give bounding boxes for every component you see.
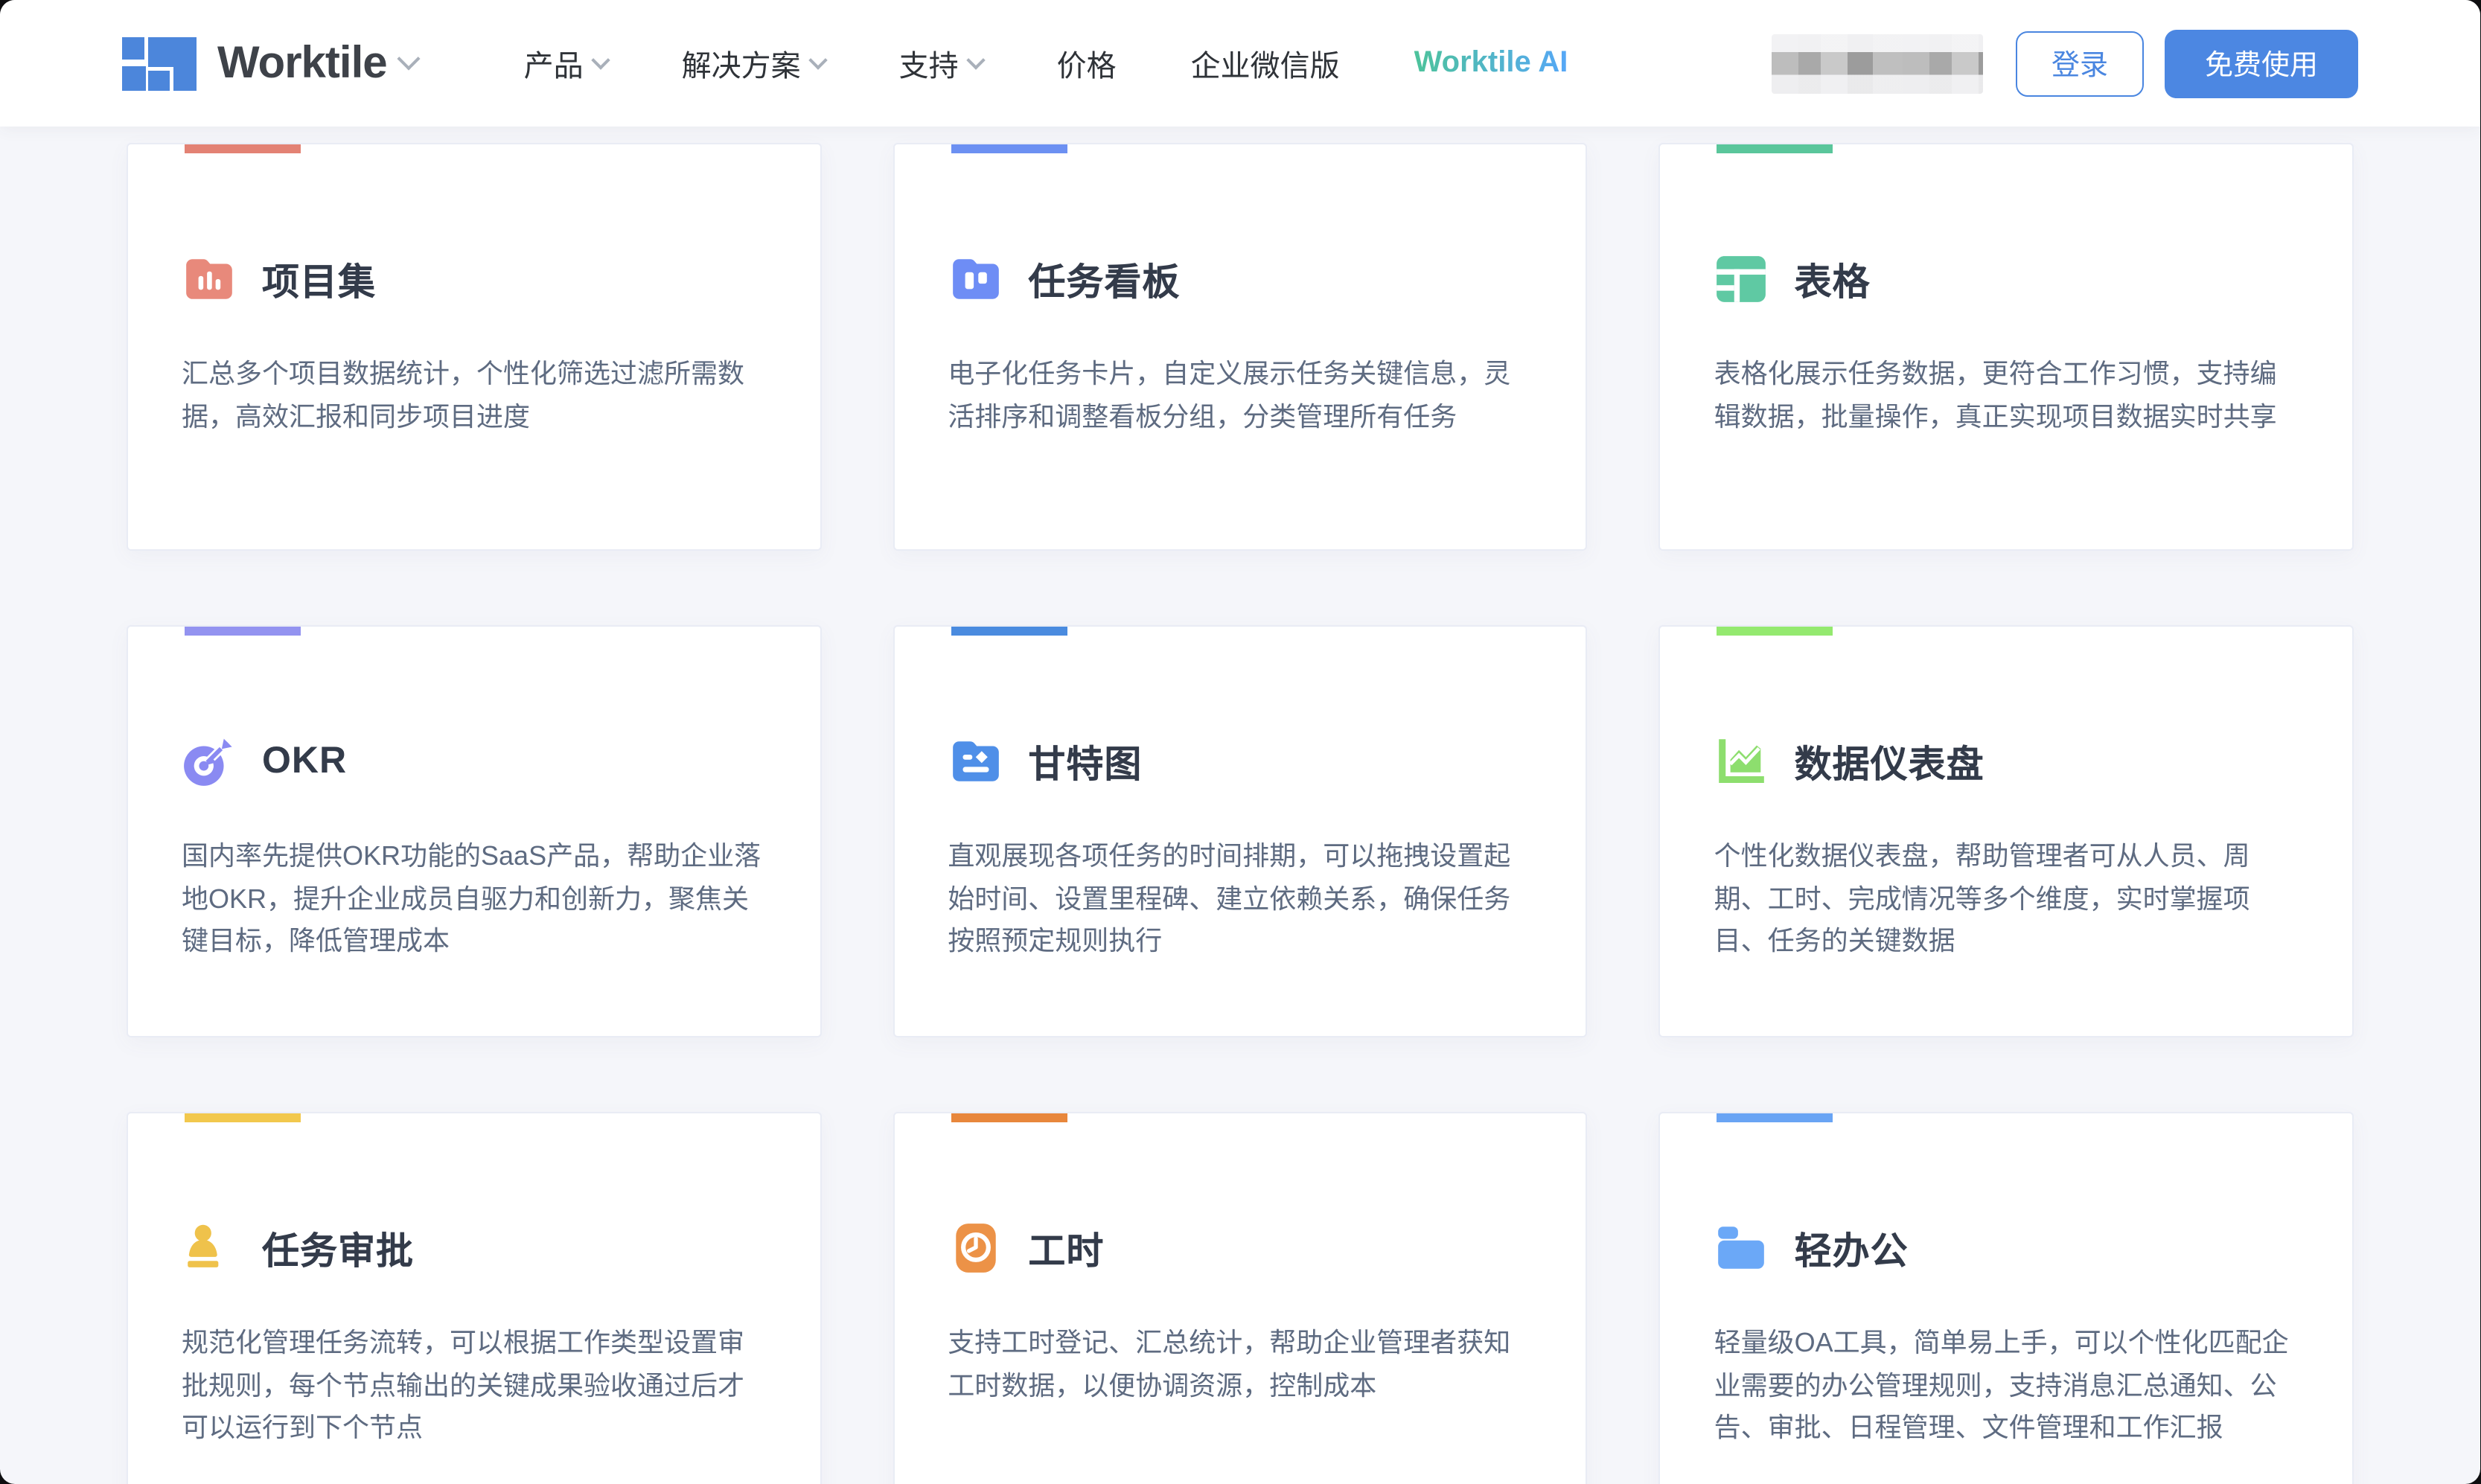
chevron-down-icon xyxy=(808,51,827,69)
feature-card-work-hours[interactable]: 工时 支持工时登记、汇总统计，帮助企业管理者获知工时数据，以便协调资源，控制成本 xyxy=(893,1112,1587,1484)
office-folder-icon xyxy=(1714,1221,1769,1276)
card-title: 项目集 xyxy=(262,252,376,306)
card-accent-bar xyxy=(1717,627,1833,636)
feature-card-table[interactable]: 表格 表格化展示任务数据，更符合工作习惯，支持编辑数据，批量操作，真正实现项目数… xyxy=(1659,143,2354,551)
feature-card-approval[interactable]: 任务审批 规范化管理任务流转，可以根据工作类型设置审批规则，每个节点输出的关键成… xyxy=(127,1112,821,1484)
table-grid-icon xyxy=(1714,252,1769,307)
dashboard-line-chart-icon xyxy=(1714,734,1769,789)
card-accent-bar xyxy=(951,144,1067,153)
card-accent-bar xyxy=(185,1113,301,1122)
nav-right-cluster: 登录 免费使用 xyxy=(1772,29,2358,97)
chevron-down-icon xyxy=(397,47,420,70)
login-button[interactable]: 登录 xyxy=(2016,31,2144,96)
card-accent-bar xyxy=(185,144,301,153)
card-accent-bar xyxy=(185,627,301,636)
card-description: 电子化任务卡片，自定义展示任务关键信息，灵活排序和调整看板分组，分类管理所有任务 xyxy=(948,353,1532,438)
feature-card-dashboard[interactable]: 数据仪表盘 个性化数据仪表盘，帮助管理者可从人员、周期、工时、完成情况等多个维度… xyxy=(1659,625,2354,1037)
scale-wrapper: Worktile 产品 解决方案 支持 价格 企业微信版 Worktile AI xyxy=(0,0,2480,1484)
feature-card-kanban[interactable]: 任务看板 电子化任务卡片，自定义展示任务关键信息，灵活排序和调整看板分组，分类管… xyxy=(893,143,1587,551)
top-navbar: Worktile 产品 解决方案 支持 价格 企业微信版 Worktile AI xyxy=(0,0,2480,127)
card-title: 甘特图 xyxy=(1028,735,1142,788)
card-description: 个性化数据仪表盘，帮助管理者可从人员、周期、工时、完成情况等多个维度，实时掌握项… xyxy=(1714,835,2299,962)
card-description: 汇总多个项目数据统计，个性化筛选过滤所需数据，高效汇报和同步项目进度 xyxy=(182,353,766,438)
chevron-down-icon xyxy=(591,51,610,69)
card-title: 任务审批 xyxy=(262,1221,414,1275)
nav-item-support[interactable]: 支持 xyxy=(899,42,983,85)
feature-card-gantt[interactable]: 甘特图 直观展现各项任务的时间排期，可以拖拽设置起始时间、设置里程碑、建立依赖关… xyxy=(893,625,1587,1037)
approval-stamp-icon xyxy=(182,1221,237,1276)
work-hours-clock-icon xyxy=(948,1221,1003,1276)
card-accent-bar xyxy=(1717,144,1833,153)
card-description: 支持工时登记、汇总统计，帮助企业管理者获知工时数据，以便协调资源，控制成本 xyxy=(948,1322,1532,1407)
feature-card-okr[interactable]: OKR 国内率先提供OKR功能的SaaS产品，帮助企业落地OKR，提升企业成员自… xyxy=(127,625,821,1037)
card-description: 直观展现各项任务的时间排期，可以拖拽设置起始时间、设置里程碑、建立依赖关系，确保… xyxy=(948,835,1532,962)
nav-item-wechat-work[interactable]: 企业微信版 xyxy=(1191,42,1340,85)
portfolio-bar-chart-folder-icon xyxy=(182,252,237,307)
kanban-folder-icon xyxy=(948,252,1003,307)
feature-card-project-portfolio[interactable]: 项目集 汇总多个项目数据统计，个性化筛选过滤所需数据，高效汇报和同步项目进度 xyxy=(127,143,821,551)
card-title: 任务看板 xyxy=(1028,252,1180,306)
card-title: 轻办公 xyxy=(1795,1221,1909,1275)
nav-item-pricing[interactable]: 价格 xyxy=(1057,42,1117,85)
worktile-logo[interactable]: Worktile xyxy=(122,36,417,90)
card-accent-bar xyxy=(951,627,1067,636)
feature-card-light-office[interactable]: 轻办公 轻量级OA工具，简单易上手，可以个性化匹配企业需要的办公管理规则，支持消… xyxy=(1659,1112,2354,1484)
nav-menu: 产品 解决方案 支持 价格 企业微信版 Worktile AI xyxy=(524,42,1568,85)
nav-item-products[interactable]: 产品 xyxy=(524,42,607,85)
chevron-down-icon xyxy=(966,51,985,69)
card-title: 工时 xyxy=(1028,1221,1104,1275)
card-description: 国内率先提供OKR功能的SaaS产品，帮助企业落地OKR，提升企业成员自驱力和创… xyxy=(182,835,766,962)
worktile-homepage: Worktile 产品 解决方案 支持 价格 企业微信版 Worktile AI xyxy=(0,0,2480,1484)
worktile-logo-icon xyxy=(122,36,197,90)
logo-wordmark: Worktile xyxy=(217,38,387,89)
gantt-folder-icon xyxy=(948,734,1003,789)
card-description: 规范化管理任务流转，可以根据工作类型设置审批规则，每个节点输出的关键成果验收通过… xyxy=(182,1322,766,1449)
card-accent-bar xyxy=(1717,1113,1833,1122)
redacted-phone-mosaic xyxy=(1772,33,1983,93)
card-title: OKR xyxy=(262,740,347,783)
features-grid: 项目集 汇总多个项目数据统计，个性化筛选过滤所需数据，高效汇报和同步项目进度 任… xyxy=(127,143,2354,1484)
card-title: 表格 xyxy=(1795,252,1871,306)
card-title: 数据仪表盘 xyxy=(1795,735,1985,788)
card-description: 表格化展示任务数据，更符合工作习惯，支持编辑数据，批量操作，真正实现项目数据实时… xyxy=(1714,353,2299,438)
target-dart-icon xyxy=(182,734,237,789)
features-section: 项目集 汇总多个项目数据统计，个性化筛选过滤所需数据，高效汇报和同步项目进度 任… xyxy=(0,127,2480,1484)
card-accent-bar xyxy=(951,1113,1067,1122)
nav-item-solutions[interactable]: 解决方案 xyxy=(682,42,825,85)
free-signup-button[interactable]: 免费使用 xyxy=(2165,29,2358,97)
nav-item-worktile-ai[interactable]: Worktile AI xyxy=(1414,46,1568,80)
card-description: 轻量级OA工具，简单易上手，可以个性化匹配企业需要的办公管理规则，支持消息汇总通… xyxy=(1714,1322,2299,1449)
